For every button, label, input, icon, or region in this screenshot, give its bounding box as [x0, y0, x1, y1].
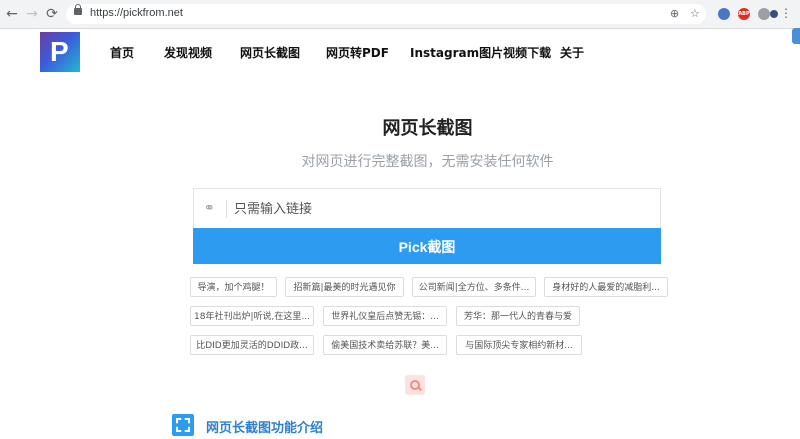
screenshot-crop-icon: [172, 414, 194, 436]
nav-instagram-download[interactable]: Instagram图片视频下载: [410, 44, 551, 61]
extension-globe-icon[interactable]: [718, 8, 730, 20]
nav-discover-videos[interactable]: 发现视频: [164, 44, 212, 61]
site-header: P 首页 发现视频 网页长截图 网页转PDF Instagram图片视频下载 关…: [0, 28, 800, 76]
suggestion-chip[interactable]: 公司新闻|全方位、多条件...: [412, 277, 536, 297]
logo-letter: P: [50, 36, 69, 67]
url-input[interactable]: [234, 199, 634, 219]
nav-about[interactable]: 关于: [560, 44, 584, 61]
suggestion-chip[interactable]: 身材好的人最爱的减脂利...: [544, 277, 668, 297]
reload-icon[interactable]: ⟳: [44, 6, 60, 22]
suggestion-chip[interactable]: 导演，加个鸡腿！: [190, 277, 277, 297]
adblock-plus-icon[interactable]: ABP: [738, 8, 750, 20]
extension-dark-icon[interactable]: [770, 10, 778, 18]
suggestion-chip[interactable]: 比DID更加灵活的DDID政...: [190, 335, 314, 355]
lock-icon: [74, 4, 82, 15]
extension-gear-icon[interactable]: [758, 8, 770, 20]
nav-web-to-pdf[interactable]: 网页转PDF: [326, 44, 389, 61]
link-icon: ⚭: [204, 201, 215, 216]
nav-long-screenshot[interactable]: 网页长截图: [240, 44, 300, 61]
suggestion-chip[interactable]: 招新篇|最美的时光遇见你: [285, 277, 404, 297]
browser-menu-icon[interactable]: ⋮: [780, 6, 792, 20]
address-bar[interactable]: https://pickfrom.net ⊕ ☆: [66, 4, 706, 24]
page-subtitle: 对网页进行完整截图，无需安装任何软件: [301, 154, 554, 170]
browser-toolbar: ← → ⟳ https://pickfrom.net ⊕ ☆ ABP ⋮: [0, 0, 800, 29]
search-loading-icon: [405, 375, 425, 395]
nav-home[interactable]: 首页: [110, 44, 134, 61]
site-logo[interactable]: P: [40, 32, 80, 72]
input-divider: [226, 200, 227, 218]
back-icon[interactable]: ←: [4, 6, 20, 22]
feature-section-title: 网页长截图功能介绍: [206, 421, 324, 436]
forward-icon[interactable]: →: [24, 6, 40, 22]
suggestion-chip[interactable]: 芳华：那一代人的青春与爱: [456, 306, 580, 326]
page-title: 网页长截图: [382, 118, 473, 139]
bookmark-star-icon[interactable]: ☆: [690, 7, 700, 20]
suggestion-chip[interactable]: 18年社刊出炉|听说,在这里...: [190, 306, 314, 326]
url-input-box: ⚭: [193, 188, 661, 228]
url-text[interactable]: https://pickfrom.net: [90, 7, 183, 19]
suggestion-chip[interactable]: 世界礼仪皇后点赞无锡：...: [323, 306, 447, 326]
pick-screenshot-button[interactable]: Pick截图: [193, 228, 661, 264]
suggestion-chip[interactable]: 偷美国技术卖给苏联？美...: [323, 335, 447, 355]
suggestion-chip[interactable]: 与国际顶尖专家相约新材...: [456, 335, 582, 355]
zoom-icon[interactable]: ⊕: [670, 7, 679, 20]
